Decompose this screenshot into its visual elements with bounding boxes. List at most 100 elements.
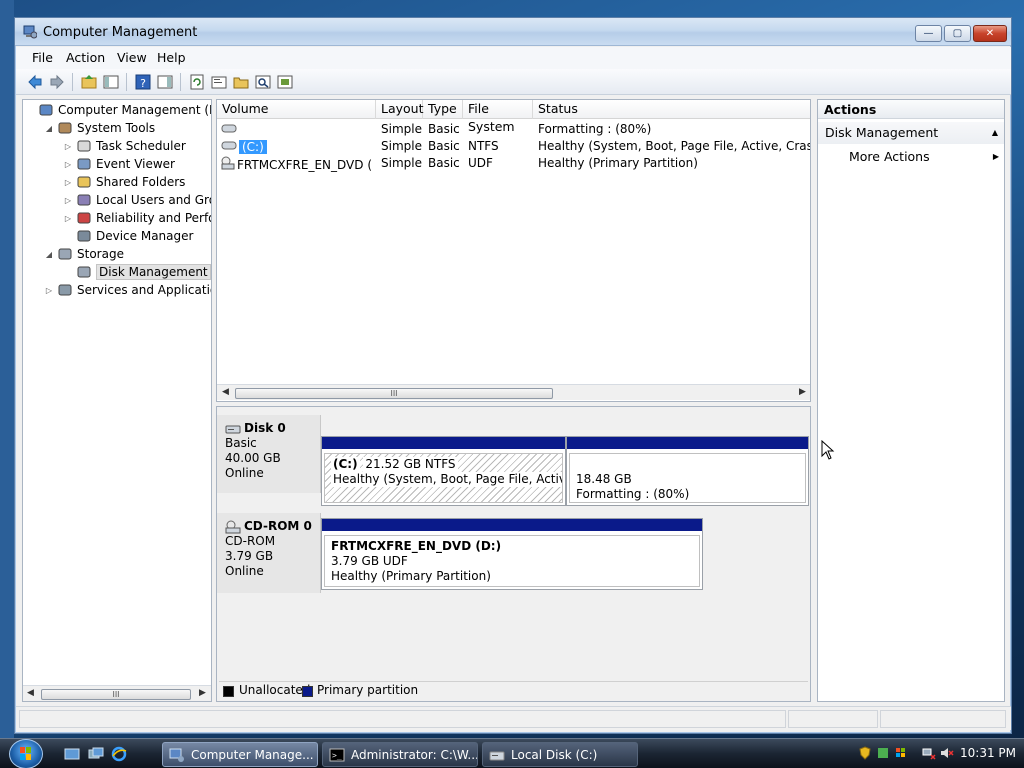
partition-size: 18.48 GB — [576, 472, 632, 486]
tree-scroll-thumb[interactable]: III — [41, 689, 191, 700]
menu-help[interactable]: Help — [157, 50, 186, 65]
minimize-button[interactable]: — — [915, 25, 942, 42]
column-status[interactable]: Status — [533, 100, 810, 119]
volume-cell-layout: Simple — [381, 139, 422, 153]
windows-update-icon[interactable] — [894, 746, 908, 760]
mouse-cursor-icon — [821, 440, 835, 460]
volume-horizontal-scrollbar[interactable]: ◀ III ▶ — [217, 384, 810, 400]
partition-title: FRTMCXFRE_EN_DVD (D:) — [331, 539, 502, 553]
start-button[interactable] — [9, 739, 43, 768]
expand-toggle-icon[interactable]: ▷ — [63, 214, 73, 223]
partition-d[interactable]: FRTMCXFRE_EN_DVD (D:) 3.79 GB UDF Health… — [321, 518, 703, 590]
show-hide-tree-icon[interactable] — [102, 73, 120, 91]
expand-toggle-icon[interactable]: ◢ — [44, 250, 54, 259]
scroll-left-icon[interactable]: ◀ — [27, 688, 34, 698]
flag-icon[interactable] — [876, 746, 890, 760]
tree-item-local-users-and-groups[interactable]: ▷ Local Users and Groups — [63, 191, 211, 209]
volume-icon — [221, 122, 237, 137]
close-button[interactable]: ✕ — [973, 25, 1007, 42]
tree-item-disk-management[interactable]: Disk Management — [63, 263, 211, 281]
scroll-right-icon[interactable]: ▶ — [199, 688, 206, 698]
tree-item-reliability-and-performa[interactable]: ▷ Reliability and Performa — [63, 209, 211, 227]
actions-header: Actions — [818, 100, 1004, 119]
internet-explorer-icon[interactable] — [111, 746, 127, 762]
expand-toggle-icon[interactable]: ▷ — [63, 178, 73, 187]
tree-item-label: Device Manager — [96, 229, 194, 243]
tree-item-services-and-applications[interactable]: ▷ Services and Applications — [44, 281, 211, 299]
title-bar[interactable]: Computer Management — ▢ ✕ — [15, 18, 1011, 46]
partition-bar — [322, 519, 702, 531]
storage-icon — [57, 246, 73, 262]
disk-icon — [76, 264, 92, 280]
column-type[interactable]: Type — [423, 100, 463, 119]
partition-status: Healthy (Primary Partition) — [331, 569, 491, 583]
volume-scroll-thumb[interactable]: III — [235, 388, 553, 399]
column-volume[interactable]: Volume — [217, 100, 376, 119]
tree-item-computer-management-local[interactable]: Computer Management (Local — [25, 101, 211, 119]
expand-toggle-icon[interactable]: ▷ — [63, 196, 73, 205]
menu-view[interactable]: View — [117, 50, 147, 65]
cdrom-icon — [221, 156, 235, 173]
expand-toggle-icon[interactable]: ▷ — [44, 286, 54, 295]
show-hide-action-icon[interactable] — [156, 73, 174, 91]
forward-icon[interactable] — [48, 73, 66, 91]
clock[interactable]: 10:31 PM — [960, 746, 1016, 760]
expand-toggle-icon[interactable]: ▷ — [63, 142, 73, 151]
scroll-right-icon[interactable]: ▶ — [799, 387, 806, 397]
more-actions-item[interactable]: More Actions ▶ — [849, 148, 999, 166]
column-file-system[interactable]: File System — [463, 100, 533, 134]
tree-item-shared-folders[interactable]: ▷ Shared Folders — [63, 173, 185, 191]
up-icon[interactable] — [80, 73, 98, 91]
help-icon[interactable]: ? — [134, 73, 152, 91]
tree-horizontal-scrollbar[interactable]: ◀ III ▶ — [23, 685, 211, 701]
refresh-icon[interactable] — [188, 73, 206, 91]
security-shield-icon[interactable] — [858, 746, 872, 760]
partition-status: Healthy (System, Boot, Page File, Active… — [331, 472, 562, 487]
switch-windows-icon[interactable] — [88, 746, 104, 762]
tree-item-device-manager[interactable]: Device Manager — [63, 227, 193, 245]
menu-file[interactable]: File — [32, 50, 53, 65]
console-tree: Computer Management (Local ◢ System Tools ▷… — [22, 99, 212, 702]
volume-icon — [221, 139, 237, 154]
actions-section-disk-management[interactable]: Disk Management ▲ — [818, 122, 1004, 144]
maximize-button[interactable]: ▢ — [944, 25, 971, 42]
column-layout[interactable]: Layout — [376, 100, 424, 119]
expand-toggle-icon[interactable]: ▷ — [63, 160, 73, 169]
partition-bar — [322, 437, 565, 449]
collapse-arrow-icon[interactable]: ▲ — [992, 122, 998, 144]
partition-formatting[interactable]: 18.48 GB Formatting : (80%) — [566, 436, 809, 506]
disk-size: 3.79 GB — [225, 549, 274, 563]
show-desktop-icon[interactable] — [64, 746, 80, 762]
search-icon[interactable] — [254, 73, 272, 91]
settings-icon[interactable] — [276, 73, 294, 91]
tree-item-storage[interactable]: ◢ Storage — [44, 245, 124, 263]
cdrom-0-label[interactable]: CD-ROM 0 CD-ROM 3.79 GB Online — [217, 513, 321, 593]
volume-muted-icon[interactable] — [940, 746, 954, 760]
scroll-left-icon[interactable]: ◀ — [222, 387, 229, 397]
task-computer-management[interactable]: Computer Manage... — [162, 742, 318, 767]
menu-action[interactable]: Action — [66, 50, 105, 65]
open-icon[interactable] — [232, 73, 250, 91]
tree-item-task-scheduler[interactable]: ▷ Task Scheduler — [63, 137, 186, 155]
expand-toggle-icon[interactable]: ◢ — [44, 124, 54, 133]
partition-c[interactable]: (C:) 21.52 GB NTFS Healthy (System, Boot… — [321, 436, 566, 506]
volume-cell-fs: NTFS — [468, 139, 499, 153]
task-local-disk[interactable]: Local Disk (C:) — [482, 742, 638, 767]
back-icon[interactable] — [26, 73, 44, 91]
computer-management-icon — [23, 25, 37, 39]
disk-0-label[interactable]: Disk 0 Basic 40.00 GB Online — [217, 415, 321, 493]
tree-item-event-viewer[interactable]: ▷ Event Viewer — [63, 155, 175, 173]
tree-item-system-tools[interactable]: ◢ System Tools — [44, 119, 155, 137]
disk-name: CD-ROM 0 — [244, 519, 312, 533]
desktop-background — [0, 0, 14, 738]
network-icon[interactable] — [922, 746, 936, 760]
volume-row[interactable]: (C:) Simple Basic NTFS Healthy (System, Boot… — [217, 138, 810, 155]
task-command-prompt[interactable]: >_ Administrator: C:\W... — [322, 742, 478, 767]
partition-status: Formatting : (80%) — [576, 487, 690, 501]
task-label: Local Disk (C:) — [511, 747, 598, 762]
volume-row[interactable]: FRTMCXFRE_EN_DVD (D:) Simple Basic UDF Healt… — [217, 155, 810, 172]
task-label: Administrator: C:\W... — [351, 747, 478, 762]
local-disk-icon — [489, 751, 505, 760]
volume-row[interactable]: Simple Basic Formatting : (80%) — [217, 121, 810, 138]
properties-icon[interactable] — [210, 73, 228, 91]
